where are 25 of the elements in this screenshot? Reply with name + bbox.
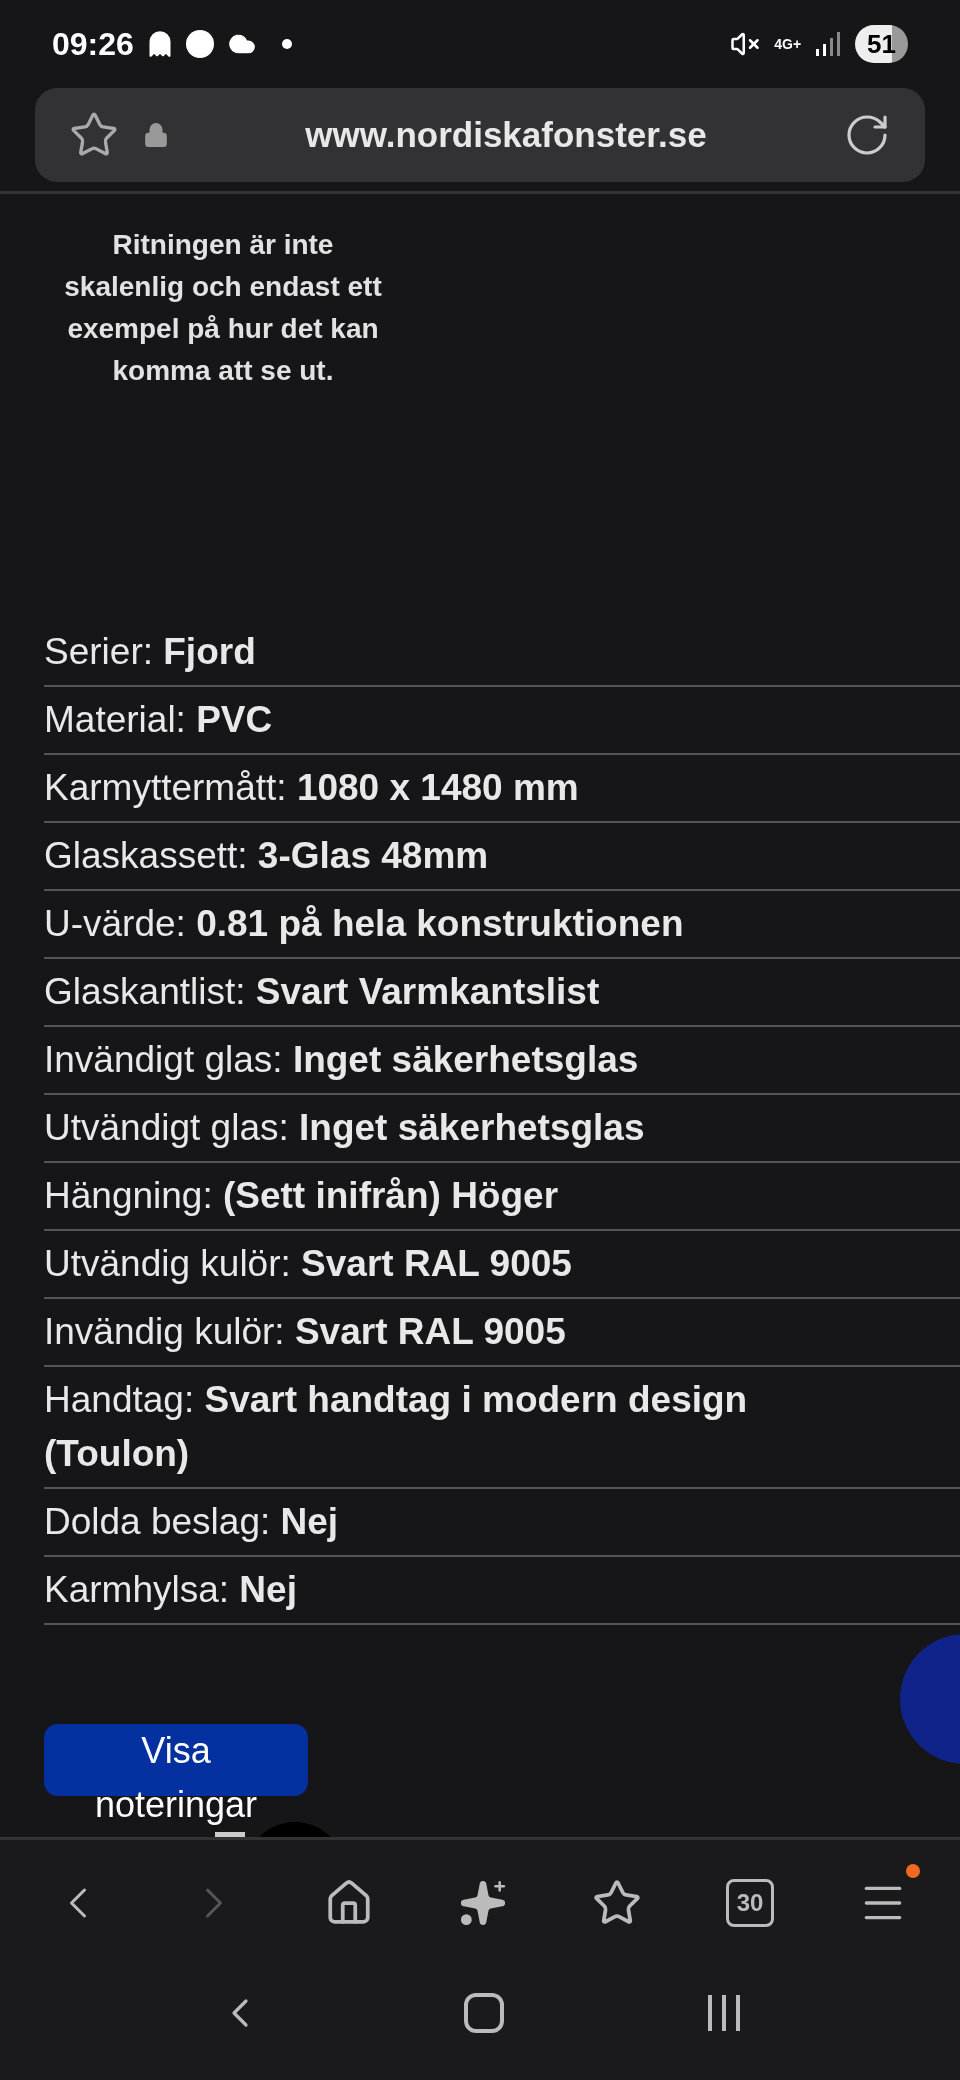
signal-icon: [815, 31, 842, 57]
show-notes-button[interactable]: Visa noteringar: [44, 1724, 308, 1832]
tabs-button[interactable]: 30: [726, 1878, 774, 1927]
spec-line: Handtag: Svart handtag i modern design (Toulon): [44, 1378, 749, 1476]
spec-line: Material: PVC: [44, 698, 274, 742]
status-time: 09:26: [52, 25, 134, 64]
system-home-icon[interactable]: [464, 1992, 504, 2033]
spec-line: Karmhylsa: Nej: [44, 1568, 298, 1612]
url-text: www.nordiskafonster.se: [304, 113, 708, 156]
spec-line: Invändig kulör: Svart RAL 9005: [44, 1310, 567, 1354]
spec-line: Glaskassett: 3-Glas 48mm: [44, 834, 490, 878]
address-bar[interactable]: www.nordiskafonster.se: [35, 88, 925, 182]
spec-line: U-värde: 0.81 på hela konstruktionen: [44, 902, 685, 946]
spec-line: Invändigt glas: Inget säkerhetsglas: [44, 1038, 640, 1082]
spec-line: Karmyttermått: 1080 x 1480 mm: [44, 766, 580, 810]
spec-line: Serier: Fjord: [44, 630, 257, 674]
battery-level: 51: [855, 25, 908, 63]
network-label: 4G+: [774, 37, 802, 51]
spec-line: Hängning: (Sett inifrån) Höger: [44, 1174, 560, 1218]
spec-line: Dolda beslag: Nej: [44, 1500, 340, 1544]
drawing-note: Ritningen är inte skalenlig och endast ett exempel på hur det kan komma att se ut.: [63, 228, 383, 388]
spec-line: Utvändig kulör: Svart RAL 9005: [44, 1242, 573, 1286]
spec-line: Glaskantlist: Svart Varmkantslist: [44, 970, 601, 1014]
lock-icon: [143, 122, 169, 148]
spec-line: Utvändigt glas: Inget säkerhetsglas: [44, 1106, 646, 1150]
